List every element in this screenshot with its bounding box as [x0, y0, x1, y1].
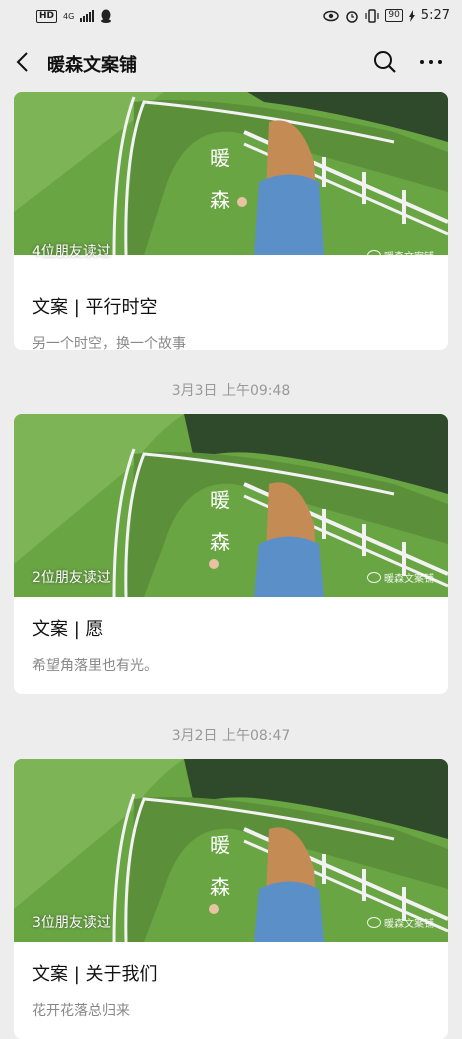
post-date: 3月2日 上午08:47	[171, 728, 291, 744]
search-icon[interactable]	[372, 49, 398, 75]
wechat-icon	[367, 250, 381, 261]
network-gen: 4G	[63, 11, 75, 21]
more-icon[interactable]	[420, 60, 442, 64]
cover-char-1: 暖	[210, 833, 230, 857]
battery-indicator: 90	[385, 9, 403, 22]
article-cover: 暖 森 3位朋友读过 暖森文案铺	[14, 759, 448, 942]
post-date: 3月3日 上午09:48	[171, 383, 291, 399]
article-cover: 暖 森 4位朋友读过 暖森文案铺	[14, 92, 448, 275]
wechat-icon	[367, 917, 381, 928]
cover-char-1: 暖	[210, 488, 230, 512]
cover-char-1: 暖	[210, 146, 230, 170]
cover-char-2: 森	[210, 188, 230, 212]
watermark: 暖森文案铺	[367, 570, 434, 585]
article-card[interactable]: 暖 森 2位朋友读过 暖森文案铺 文案 | 愿 希望角落里也有光。	[14, 414, 448, 694]
cover-char-2: 森	[210, 875, 230, 899]
cover-char-2: 森	[210, 530, 230, 554]
clock: 5:27	[420, 8, 450, 23]
article-title: 文案 | 关于我们	[32, 964, 158, 985]
article-card[interactable]: 暖 森 4位朋友读过 暖森文案铺 文案 | 平行时空 另一个时空，换一个故事	[14, 92, 448, 350]
hd-badge: HD	[36, 9, 58, 23]
eye-icon	[323, 10, 340, 21]
readers-count: 4位朋友读过	[32, 244, 111, 260]
qq-icon	[101, 9, 112, 23]
back-icon[interactable]	[12, 50, 36, 74]
article-desc: 另一个时空，换一个故事	[32, 336, 186, 350]
article-desc: 花开花落总归来	[32, 1003, 130, 1019]
page-title: 暖森文案铺	[47, 55, 137, 76]
status-right: 90 5:27	[323, 8, 450, 23]
nav-bar: 暖森文案铺	[0, 34, 462, 92]
article-title: 文案 | 愿	[32, 619, 104, 640]
watermark: 暖森文案铺	[367, 915, 434, 930]
charging-icon	[408, 9, 415, 22]
cover-image	[14, 92, 448, 255]
article-card[interactable]: 暖 森 3位朋友读过 暖森文案铺 文案 | 关于我们 花开花落总归来	[14, 759, 448, 1039]
status-left: HD 4G	[36, 9, 112, 23]
readers-count: 2位朋友读过	[32, 570, 111, 586]
status-bar: HD 4G 90 5:27	[0, 0, 462, 34]
vibrate-icon	[365, 8, 379, 23]
article-desc: 希望角落里也有光。	[32, 658, 158, 674]
watermark: 暖森文案铺	[367, 248, 434, 263]
article-title: 文案 | 平行时空	[32, 297, 158, 318]
alarm-icon	[346, 10, 359, 23]
article-cover: 暖 森 2位朋友读过 暖森文案铺	[14, 414, 448, 597]
readers-count: 3位朋友读过	[32, 915, 111, 931]
wechat-icon	[367, 572, 381, 583]
signal-icon	[80, 10, 95, 22]
